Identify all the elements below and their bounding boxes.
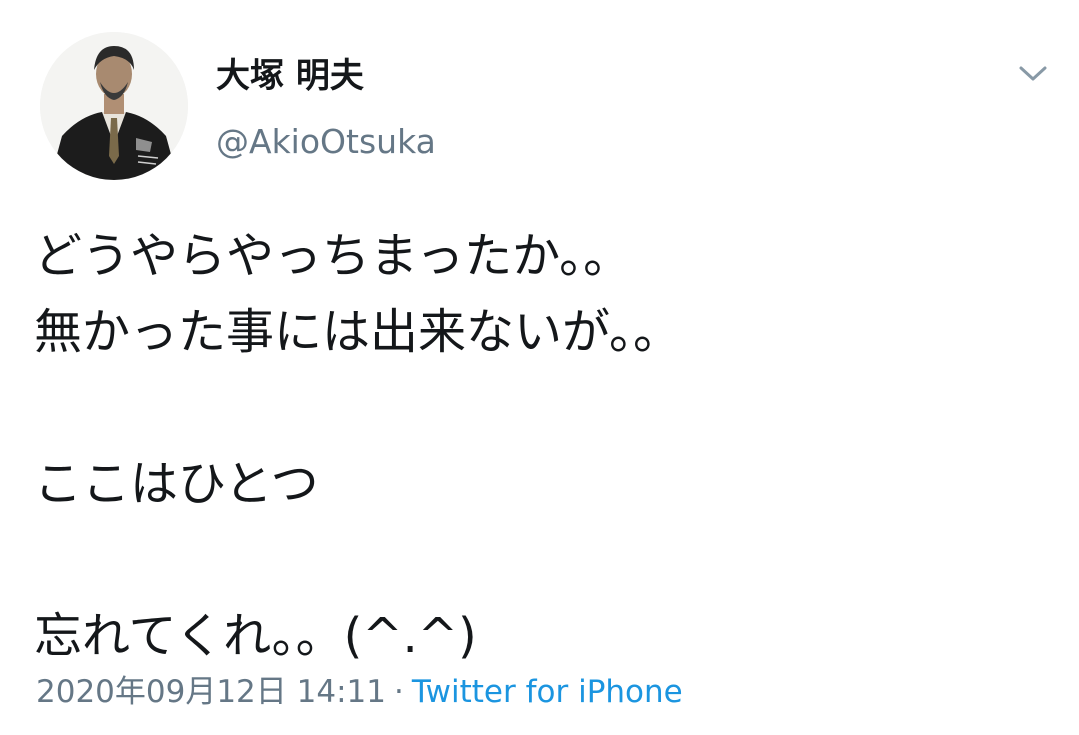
tweet-menu-button[interactable] <box>1008 54 1058 94</box>
tweet-text-line: 忘れてくれ。。(^.^) <box>34 608 477 664</box>
tweet-timestamp[interactable]: 2020年09月12日 14:11 <box>36 674 386 710</box>
author-handle[interactable]: @AkioOtsuka <box>216 120 436 164</box>
tweet: 大塚 明夫 @AkioOtsuka どうやらやっちまったか。。 無かった事には出… <box>0 0 1079 735</box>
tweet-text-line <box>34 522 1034 598</box>
chevron-down-icon <box>1019 66 1047 81</box>
avatar[interactable] <box>40 32 188 180</box>
tweet-text-line: ここはひとつ <box>34 456 319 512</box>
avatar-portrait-icon <box>40 32 188 180</box>
tweet-text-line <box>34 370 1034 446</box>
author-display-name[interactable]: 大塚 明夫 <box>216 54 364 98</box>
meta-separator: · <box>393 674 404 710</box>
tweet-text-line: どうやらやっちまったか。。 <box>34 228 632 284</box>
tweet-text: どうやらやっちまったか。。 無かった事には出来ないが。。 ここはひとつ 忘れてく… <box>34 218 1034 674</box>
tweet-source-link[interactable]: Twitter for iPhone <box>412 674 683 710</box>
tweet-meta: 2020年09月12日 14:11 · Twitter for iPhone <box>36 670 683 714</box>
tweet-text-line: 無かった事には出来ないが。。 <box>34 304 682 360</box>
